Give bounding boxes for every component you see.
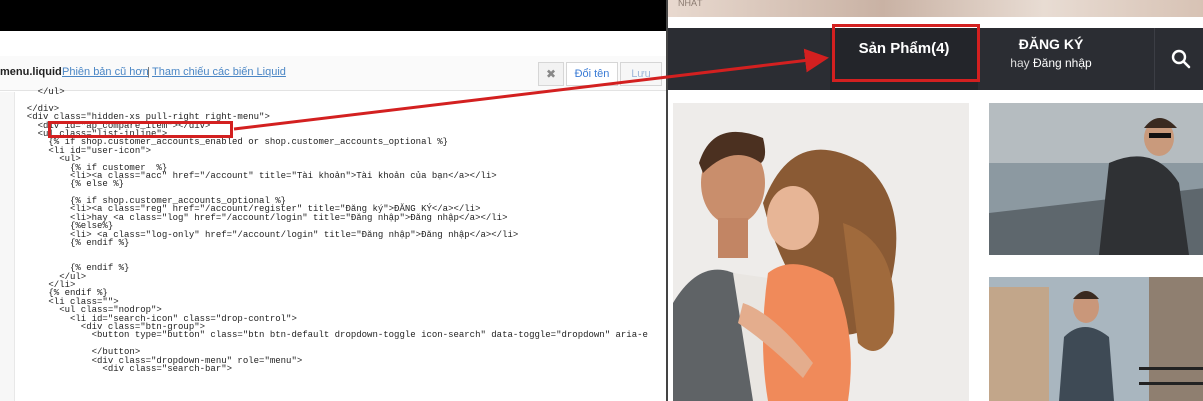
- code-line: {% else %}: [16, 179, 125, 190]
- editor-toolbar: menu.liquid Phiên bản cũ hơn | Tham chiế…: [0, 56, 666, 91]
- old-version-link[interactable]: Phiên bản cũ hơn: [62, 66, 149, 78]
- line-gutter: [0, 92, 15, 401]
- file-name: menu.liquid: [0, 66, 62, 78]
- product-photo-suit[interactable]: [989, 277, 1203, 401]
- top-banner-image: NHẤT: [668, 0, 1203, 17]
- liquid-reference-link[interactable]: Tham chiếu các biến Liquid: [152, 66, 286, 78]
- product-photo-couple[interactable]: [673, 103, 969, 401]
- code-line: <div class="search-bar">: [16, 363, 233, 374]
- site-preview-panel: NHẤT Sản Phẩm(4) ĐĂNG KÝ hay Đăng nhập: [666, 0, 1203, 401]
- code-line: </ul>: [16, 87, 65, 97]
- annotation-highlight-code: [48, 121, 233, 138]
- code-editor-panel: menu.liquid Phiên bản cũ hơn | Tham chiế…: [0, 0, 666, 401]
- login-prefix: hay: [1010, 56, 1030, 70]
- code-line: </ul>: [16, 271, 87, 282]
- annotation-highlight-nav: [832, 24, 980, 82]
- code-line: <button type="button" class="btn btn-def…: [16, 330, 648, 341]
- banner-text: NHẤT: [678, 0, 703, 8]
- login-link[interactable]: Đăng nhập: [1033, 56, 1092, 70]
- code-line: </li>: [16, 279, 76, 290]
- save-button[interactable]: Lưu: [620, 62, 662, 86]
- register-link[interactable]: ĐĂNG KÝ: [986, 36, 1116, 52]
- code-line: <li id="user-icon">: [16, 145, 152, 156]
- search-button[interactable]: [1154, 28, 1203, 90]
- rename-button[interactable]: Đổi tên: [566, 62, 618, 86]
- code-line: {% endif %}: [16, 263, 130, 274]
- nav-account: ĐĂNG KÝ hay Đăng nhập: [986, 36, 1116, 70]
- product-photo-jacket[interactable]: [989, 103, 1203, 255]
- code-line: {% endif %}: [16, 238, 130, 249]
- search-icon: [1171, 49, 1190, 69]
- login-line: hay Đăng nhập: [986, 56, 1116, 70]
- editor-top-bar: [0, 0, 666, 31]
- link-separator: |: [147, 66, 150, 78]
- code-line: <li>hay <a class="log" href="/account/lo…: [16, 212, 508, 223]
- close-button[interactable]: ✖: [538, 62, 564, 86]
